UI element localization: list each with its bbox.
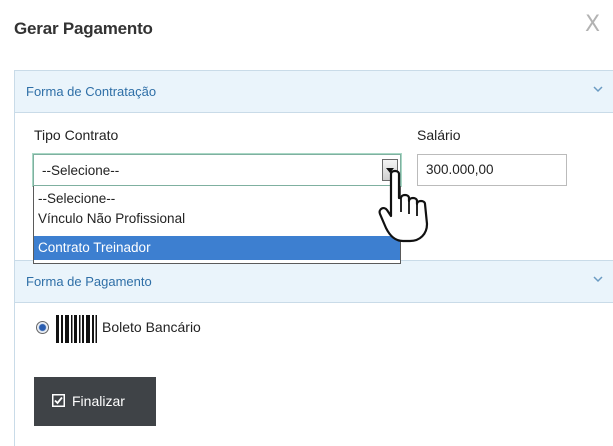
contratacao-panel-title: Forma de Contratação: [26, 84, 157, 99]
tipo-contrato-select[interactable]: --Selecione--: [33, 154, 401, 186]
close-icon[interactable]: X: [585, 14, 600, 36]
chevron-down-icon: [593, 276, 603, 283]
pagamento-panel-title: Forma de Pagamento: [26, 274, 152, 289]
pagamento-panel-heading[interactable]: Forma de Pagamento: [15, 261, 613, 303]
barcode-icon: [56, 315, 97, 343]
hand-pointer-cursor-icon: [378, 169, 429, 243]
chevron-down-icon: [593, 86, 603, 93]
tipo-contrato-label: Tipo Contrato: [34, 127, 119, 143]
tipo-contrato-dropdown-list: --Selecione-- Vínculo Não Profissional C…: [33, 186, 401, 264]
contratacao-panel-heading[interactable]: Forma de Contratação: [15, 71, 613, 113]
salario-label: Salário: [417, 127, 461, 143]
dropdown-option-vinculo-nao-profissional[interactable]: Vínculo Não Profissional: [34, 209, 400, 230]
modal-title: Gerar Pagamento: [14, 19, 153, 38]
finalizar-button[interactable]: Finalizar: [34, 377, 156, 426]
modal-header: Gerar Pagamento X: [0, 0, 613, 62]
checkbox-check-icon: [52, 394, 65, 407]
boleto-bancario-label: Boleto Bancário: [102, 319, 201, 335]
finalizar-label: Finalizar: [72, 393, 125, 409]
tipo-contrato-selected-value: --Selecione--: [42, 163, 120, 178]
dropdown-option-contrato-treinador[interactable]: Contrato Treinador: [34, 236, 400, 260]
boleto-radio[interactable]: [36, 321, 49, 334]
dropdown-option-selecione[interactable]: --Selecione--: [34, 189, 400, 210]
